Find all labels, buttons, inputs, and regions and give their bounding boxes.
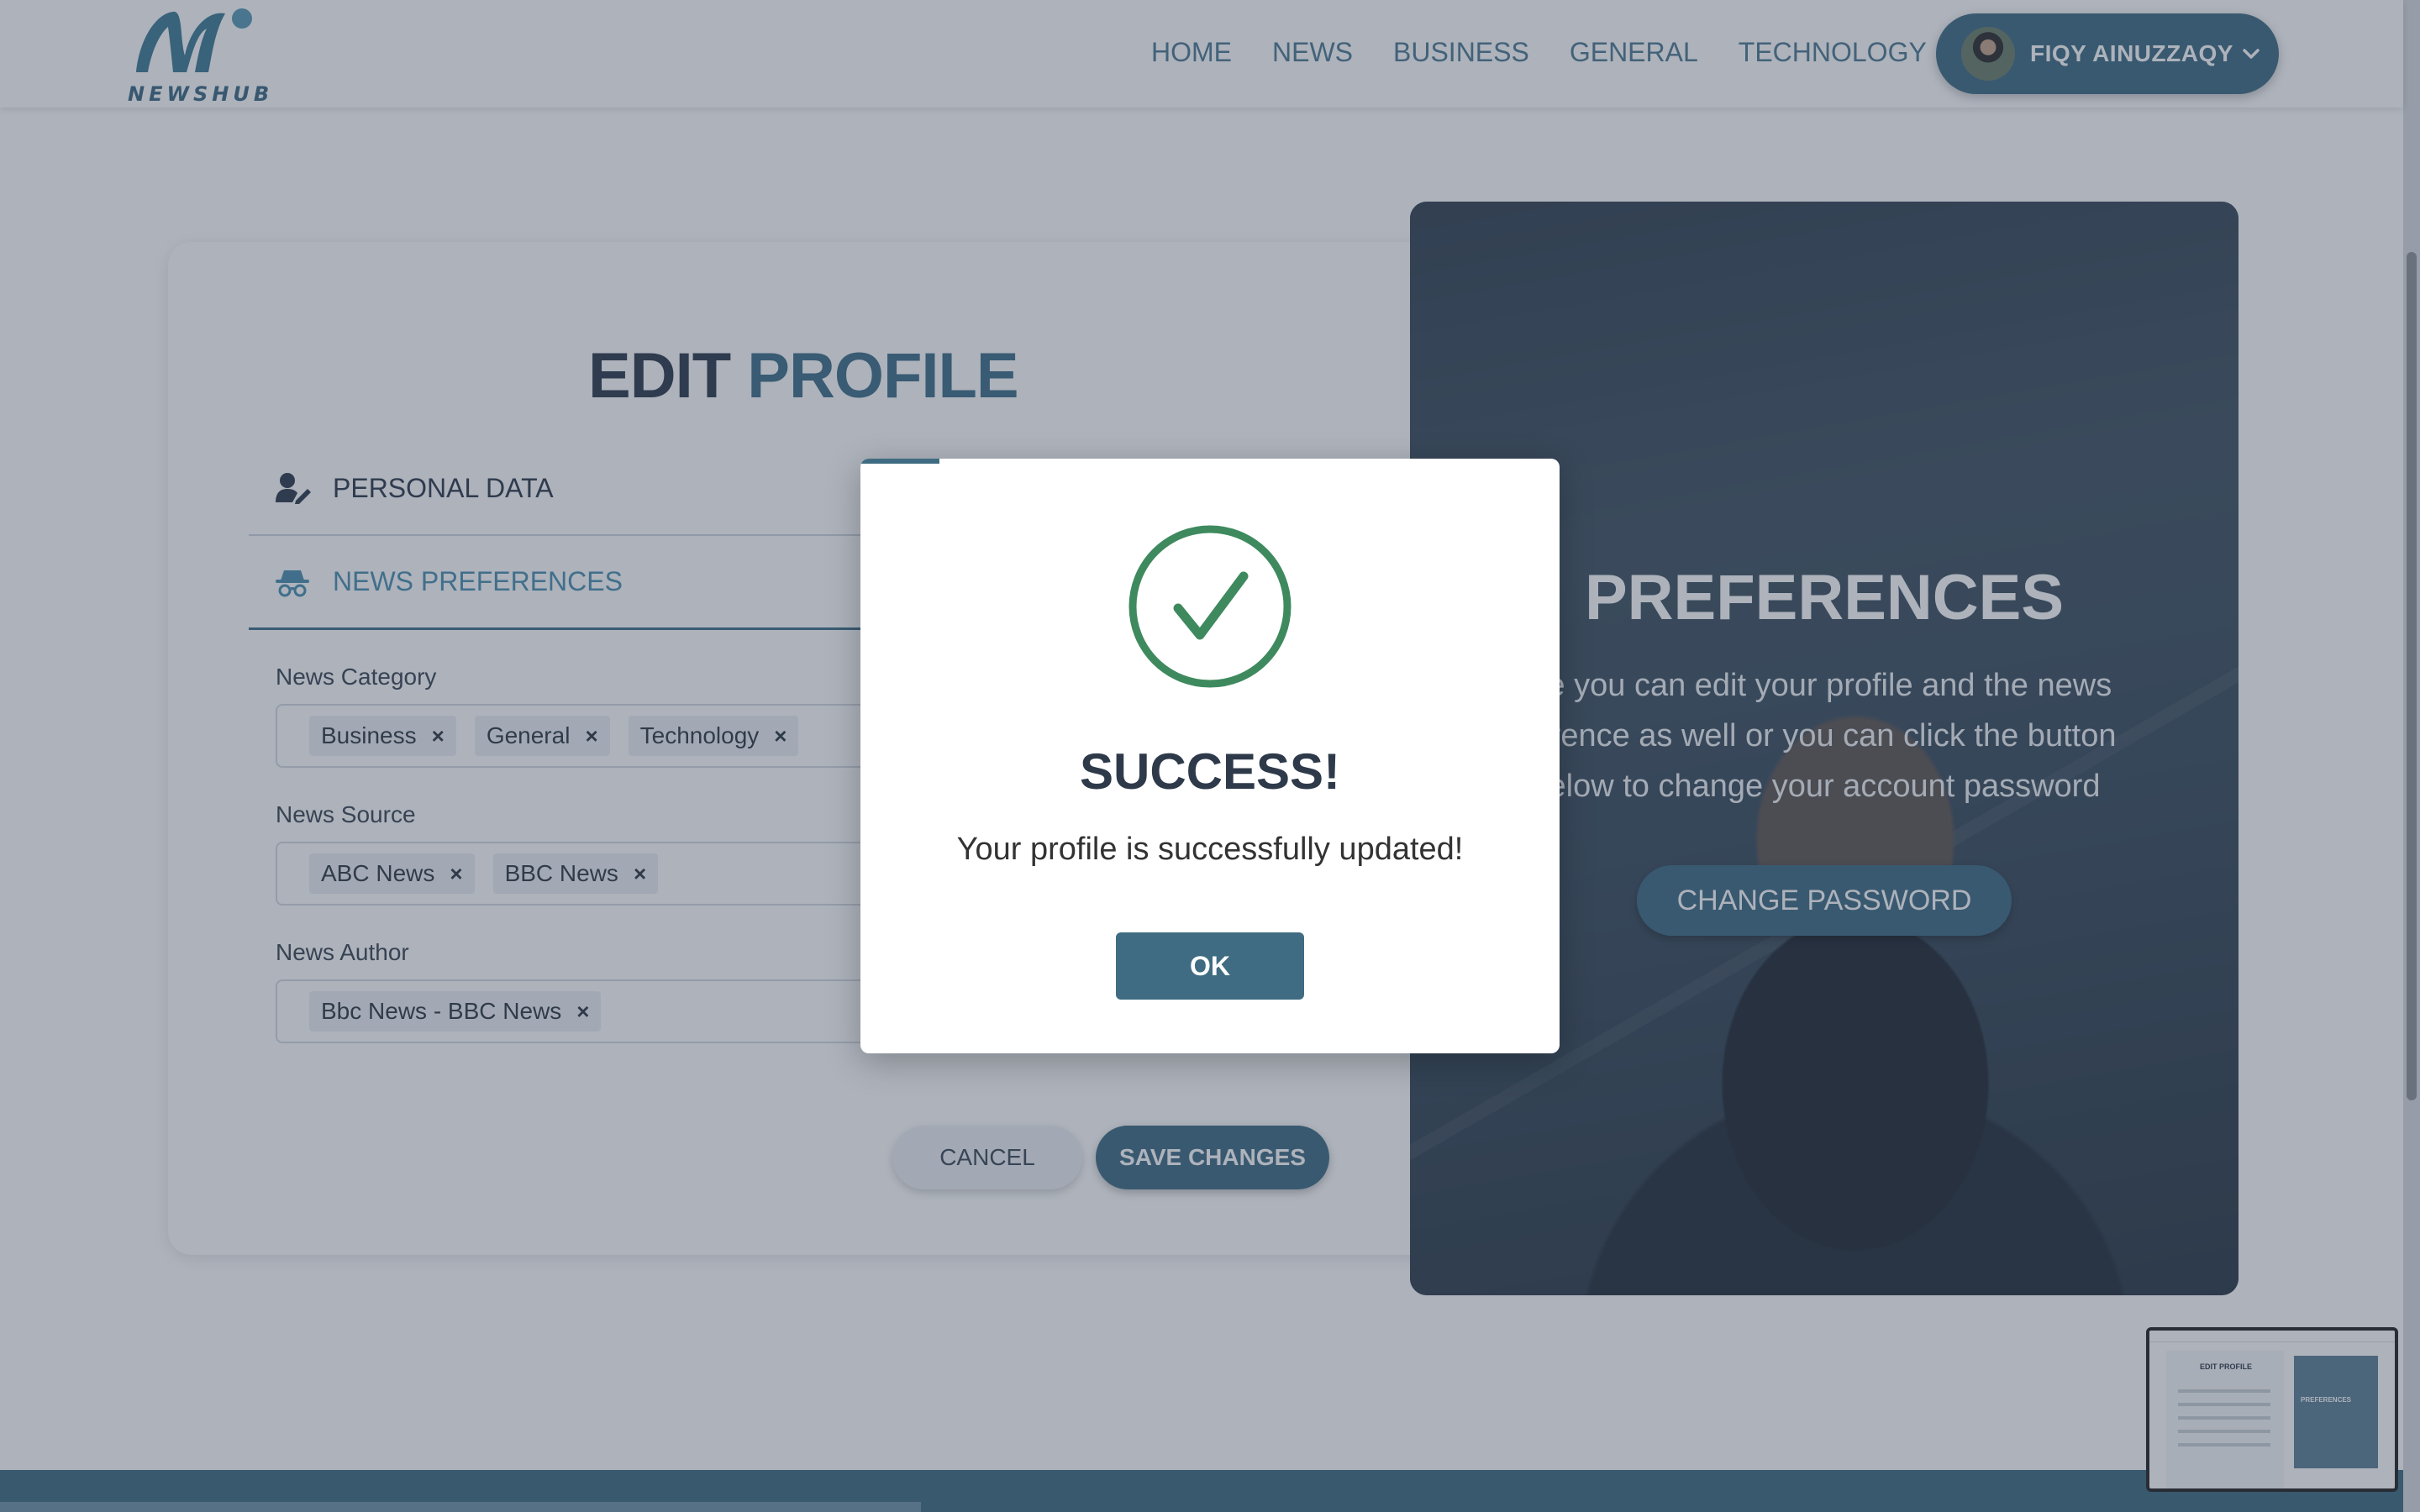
modal-message: Your profile is successfully updated!	[956, 832, 1464, 867]
modal-title: SUCCESS!	[1079, 743, 1341, 800]
ok-button[interactable]: OK	[1116, 932, 1304, 1000]
check-circle-icon	[1128, 525, 1292, 688]
success-dialog: SUCCESS! Your profile is successfully up…	[860, 459, 1560, 1053]
modal-timer-bar	[860, 459, 939, 464]
